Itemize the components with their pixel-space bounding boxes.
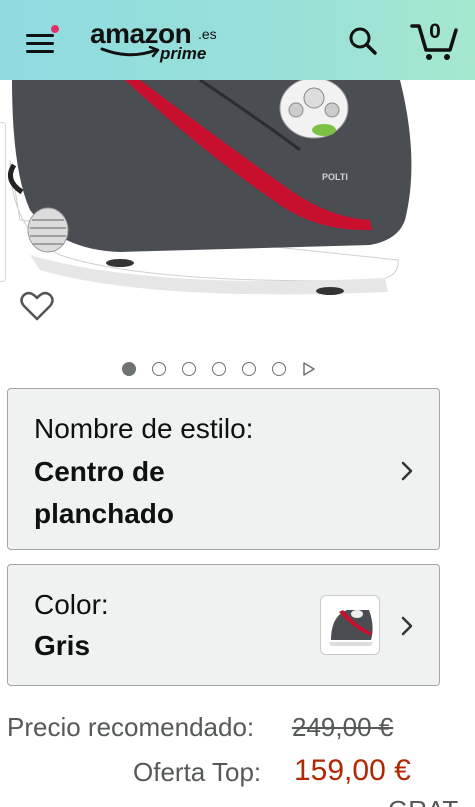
notification-dot-icon <box>50 24 60 34</box>
cart-button[interactable]: 0 <box>410 18 458 62</box>
iron-thumbnail-image <box>329 610 373 646</box>
color-swatch-thumbnail[interactable] <box>320 595 380 655</box>
carousel-dot[interactable] <box>182 362 196 376</box>
product-image[interactable]: POLTI <box>0 80 475 350</box>
color-value: Gris <box>34 630 91 661</box>
chevron-right-icon <box>401 616 413 636</box>
logo-tld: .es <box>198 26 217 42</box>
video-play-icon[interactable] <box>302 362 316 376</box>
image-edge-tab <box>0 122 6 282</box>
search-button[interactable] <box>346 24 380 58</box>
amazon-prime-logo[interactable]: amazon .es prime <box>90 16 230 66</box>
carousel-dot[interactable] <box>212 362 226 376</box>
style-name-selector[interactable]: Nombre de estilo: Centro de planchado <box>7 388 440 550</box>
wishlist-button[interactable] <box>20 290 54 322</box>
carousel-dot[interactable] <box>122 362 136 376</box>
recommended-price: 249,00 € <box>292 712 394 742</box>
top-nav-bar: amazon .es prime 0 <box>0 0 475 80</box>
cart-count: 0 <box>429 20 441 43</box>
carousel-dot[interactable] <box>152 362 166 376</box>
carousel-dot[interactable] <box>272 362 286 376</box>
recommended-price-label: Precio recomendado: <box>7 712 255 742</box>
chevron-right-icon <box>401 461 413 481</box>
search-icon <box>349 27 377 55</box>
heart-icon <box>20 291 54 321</box>
color-selector[interactable]: Color: Gris <box>7 564 440 686</box>
color-label: Color: <box>34 589 109 620</box>
hamburger-menu-icon[interactable] <box>26 24 60 54</box>
image-carousel-indicator[interactable] <box>120 360 330 378</box>
style-value-line1: Centro de <box>34 456 165 487</box>
style-value-line2: planchado <box>34 498 175 529</box>
steam-iron-image: POLTI <box>7 80 412 295</box>
carousel-dot[interactable] <box>242 362 256 376</box>
offer-price: 159,00 € <box>294 754 411 787</box>
brand-mark: POLTI <box>322 172 348 182</box>
logo-prime: prime <box>160 44 207 63</box>
style-label: Nombre de estilo: <box>34 413 254 444</box>
offer-price-label: Oferta Top: <box>133 757 262 787</box>
smile-arrow-icon <box>100 46 160 58</box>
shipping-text-partial: GRAT <box>388 795 458 807</box>
